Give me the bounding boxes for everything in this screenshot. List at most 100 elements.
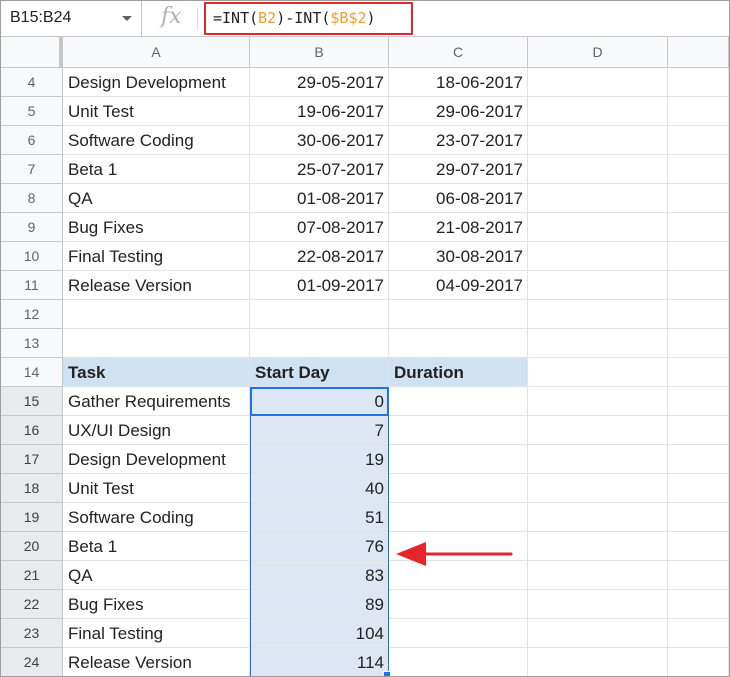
cell-b[interactable]: Start Day	[250, 358, 389, 387]
row-header[interactable]: 17	[1, 445, 63, 474]
cell-e[interactable]	[668, 329, 729, 358]
cell-c[interactable]	[389, 300, 528, 329]
cell-a[interactable]: Bug Fixes	[63, 590, 250, 619]
row-header[interactable]: 21	[1, 561, 63, 590]
cell-e[interactable]	[668, 503, 729, 532]
name-box[interactable]: B15:B24	[1, 1, 142, 36]
cell-a[interactable]: Design Development	[63, 68, 250, 97]
cell-d[interactable]	[528, 619, 668, 648]
cell-c[interactable]	[389, 416, 528, 445]
cell-b[interactable]: 83	[250, 561, 389, 590]
cell-c[interactable]: 06-08-2017	[389, 184, 528, 213]
cell-c[interactable]	[389, 648, 528, 676]
cell-b[interactable]: 40	[250, 474, 389, 503]
cell-b[interactable]: 30-06-2017	[250, 126, 389, 155]
cell-a[interactable]: Release Version	[63, 271, 250, 300]
row-header[interactable]: 14	[1, 358, 63, 387]
cell-b[interactable]: 76	[250, 532, 389, 561]
cell-e[interactable]	[668, 126, 729, 155]
row-header[interactable]: 23	[1, 619, 63, 648]
cell-d[interactable]	[528, 416, 668, 445]
row-header[interactable]: 24	[1, 648, 63, 676]
cell-c[interactable]: 23-07-2017	[389, 126, 528, 155]
cell-d[interactable]	[528, 590, 668, 619]
column-header-b[interactable]: B	[250, 37, 389, 68]
cell-b[interactable]: 01-08-2017	[250, 184, 389, 213]
cell-d[interactable]	[528, 648, 668, 676]
cell-a[interactable]: Unit Test	[63, 474, 250, 503]
cell-d[interactable]	[528, 358, 668, 387]
formula-input[interactable]: =INT(B2)-INT($B$2)	[206, 4, 407, 29]
cell-e[interactable]	[668, 300, 729, 329]
row-header[interactable]: 7	[1, 155, 63, 184]
row-header[interactable]: 5	[1, 97, 63, 126]
cell-b[interactable]: 89	[250, 590, 389, 619]
row-header[interactable]: 4	[1, 68, 63, 97]
cell-b[interactable]: 51	[250, 503, 389, 532]
row-header[interactable]: 19	[1, 503, 63, 532]
row-header[interactable]: 8	[1, 184, 63, 213]
row-header[interactable]: 9	[1, 213, 63, 242]
cell-e[interactable]	[668, 155, 729, 184]
cell-b[interactable]: 22-08-2017	[250, 242, 389, 271]
cell-a[interactable]: QA	[63, 184, 250, 213]
row-header[interactable]: 16	[1, 416, 63, 445]
cell-a[interactable]: Gather Requirements	[63, 387, 250, 416]
column-header-c[interactable]: C	[389, 37, 528, 68]
cell-e[interactable]	[668, 416, 729, 445]
cell-e[interactable]	[668, 619, 729, 648]
cell-c[interactable]	[389, 445, 528, 474]
row-header[interactable]: 10	[1, 242, 63, 271]
cell-e[interactable]	[668, 242, 729, 271]
cell-d[interactable]	[528, 532, 668, 561]
cell-d[interactable]	[528, 97, 668, 126]
cell-d[interactable]	[528, 474, 668, 503]
cell-b[interactable]: 19	[250, 445, 389, 474]
cell-d[interactable]	[528, 68, 668, 97]
cell-b[interactable]	[250, 329, 389, 358]
cell-b[interactable]: 0	[250, 387, 389, 416]
cell-c[interactable]: 04-09-2017	[389, 271, 528, 300]
row-header[interactable]: 13	[1, 329, 63, 358]
cell-e[interactable]	[668, 358, 729, 387]
cell-e[interactable]	[668, 474, 729, 503]
cell-a[interactable]: Design Development	[63, 445, 250, 474]
cell-d[interactable]	[528, 213, 668, 242]
cell-d[interactable]	[528, 300, 668, 329]
row-header[interactable]: 20	[1, 532, 63, 561]
cell-e[interactable]	[668, 184, 729, 213]
cell-d[interactable]	[528, 184, 668, 213]
cell-a[interactable]	[63, 329, 250, 358]
cell-e[interactable]	[668, 590, 729, 619]
fill-handle[interactable]	[383, 671, 391, 676]
cell-c[interactable]: 18-06-2017	[389, 68, 528, 97]
cell-c[interactable]: 30-08-2017	[389, 242, 528, 271]
column-header-d[interactable]: D	[528, 37, 668, 68]
cell-b[interactable]	[250, 300, 389, 329]
row-header[interactable]: 18	[1, 474, 63, 503]
cell-a[interactable]: Final Testing	[63, 242, 250, 271]
cell-c[interactable]: 21-08-2017	[389, 213, 528, 242]
cell-a[interactable]: Bug Fixes	[63, 213, 250, 242]
cell-c[interactable]	[389, 387, 528, 416]
cell-b[interactable]: 104	[250, 619, 389, 648]
cell-b[interactable]: 7	[250, 416, 389, 445]
cell-c[interactable]	[389, 590, 528, 619]
cell-e[interactable]	[668, 213, 729, 242]
column-header-e[interactable]	[668, 37, 729, 68]
cell-c[interactable]	[389, 329, 528, 358]
cell-a[interactable]: Beta 1	[63, 155, 250, 184]
cell-c[interactable]: 29-06-2017	[389, 97, 528, 126]
cell-b[interactable]: 19-06-2017	[250, 97, 389, 126]
select-all-corner[interactable]	[1, 37, 63, 68]
cell-e[interactable]	[668, 387, 729, 416]
row-header[interactable]: 6	[1, 126, 63, 155]
cell-d[interactable]	[528, 155, 668, 184]
column-header-a[interactable]: A	[63, 37, 250, 68]
cell-c[interactable]	[389, 503, 528, 532]
cell-a[interactable]: Release Version	[63, 648, 250, 676]
cell-a[interactable]: UX/UI Design	[63, 416, 250, 445]
cell-a[interactable]: Task	[63, 358, 250, 387]
cell-e[interactable]	[668, 68, 729, 97]
cell-d[interactable]	[528, 271, 668, 300]
